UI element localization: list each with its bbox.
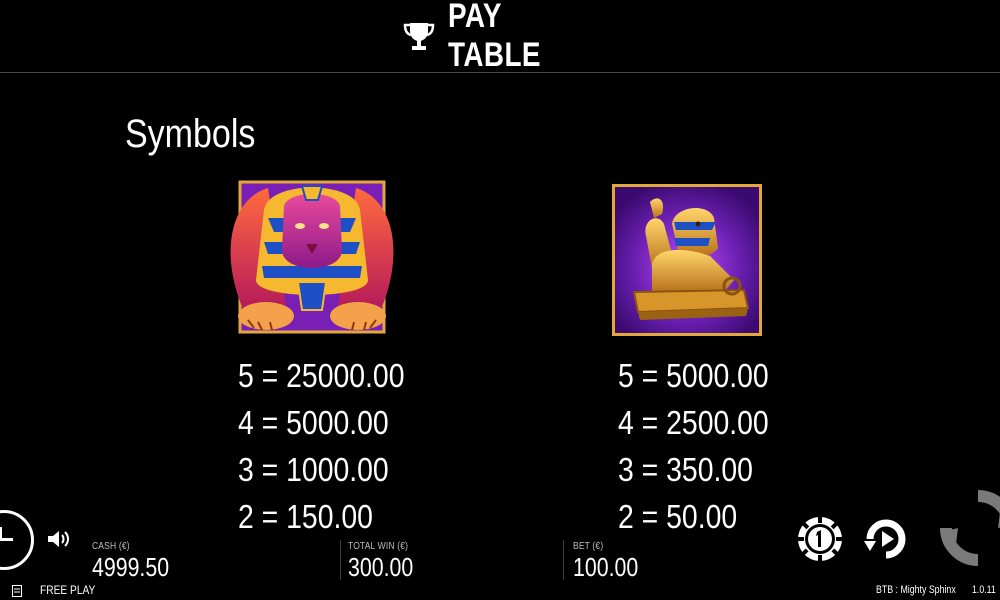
payout-row: 4 = 2500.00 xyxy=(618,404,769,441)
total-win-label: TOTAL WIN (€) xyxy=(348,541,409,552)
pay-table-screen: PAY TABLE Symbols 5 = 25000.00 4 = 5000.… xyxy=(0,0,1000,600)
coin-value-button[interactable] xyxy=(796,515,844,563)
payout-row: 2 = 150.00 xyxy=(238,498,373,535)
bet-label: BET (€) xyxy=(573,541,604,552)
trophy-icon xyxy=(403,23,435,50)
golden-sphinx-payouts: 5 = 5000.00 4 = 2500.00 3 = 350.00 2 = 5… xyxy=(618,352,793,540)
payout-row: 2 = 50.00 xyxy=(618,498,738,535)
play-mode-label: FREE PLAY xyxy=(40,583,96,597)
pay-table-header: PAY TABLE xyxy=(0,0,1000,74)
payout-row: 3 = 350.00 xyxy=(618,451,753,488)
spin-button[interactable] xyxy=(938,488,1000,568)
cash-display: CASH (€) 4999.50 xyxy=(92,541,186,581)
payout-row: 5 = 5000.00 xyxy=(618,357,769,394)
game-name: BTB : Mighty Sphinx xyxy=(876,584,956,596)
autoplay-button[interactable] xyxy=(860,513,912,565)
bet-display[interactable]: BET (€) 100.00 xyxy=(573,541,653,581)
footer-divider xyxy=(340,540,341,580)
page-title: PAY TABLE xyxy=(448,0,541,74)
cash-label: CASH (€) xyxy=(92,541,130,552)
section-title: Symbols xyxy=(125,112,256,156)
sound-icon[interactable] xyxy=(46,528,70,550)
total-win-value: 300.00 xyxy=(348,552,414,582)
payout-row: 3 = 1000.00 xyxy=(238,451,389,488)
header-divider xyxy=(0,72,1000,73)
payout-row: 4 = 5000.00 xyxy=(238,404,389,441)
footer-divider xyxy=(563,540,564,580)
home-icon xyxy=(0,527,13,541)
winged-sphinx-payouts: 5 = 25000.00 4 = 5000.00 3 = 1000.00 2 =… xyxy=(238,352,432,540)
bottom-bar: FREE PLAY BTB : Mighty Sphinx 1.0.11 xyxy=(0,580,1000,600)
payout-row: 5 = 25000.00 xyxy=(238,357,405,394)
golden-sphinx-symbol xyxy=(612,184,762,336)
bet-value: 100.00 xyxy=(573,552,639,582)
cash-value: 4999.50 xyxy=(92,552,170,582)
winged-sphinx-symbol xyxy=(230,180,394,334)
home-button[interactable] xyxy=(0,510,34,570)
document-icon xyxy=(12,585,22,597)
game-version: 1.0.11 xyxy=(972,584,996,596)
total-win-display: TOTAL WIN (€) 300.00 xyxy=(348,541,428,581)
